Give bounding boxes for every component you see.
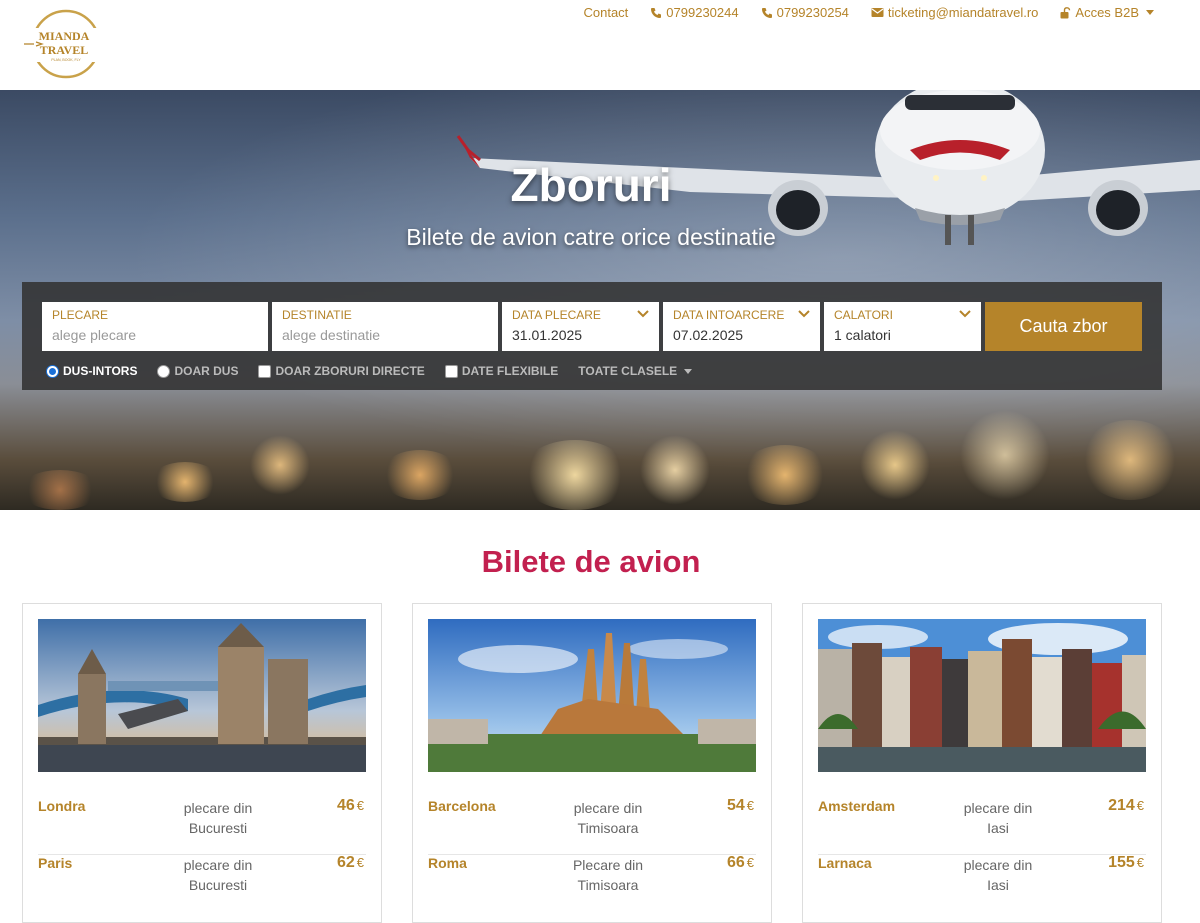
phone-link-1[interactable]: 0799230244: [650, 5, 739, 20]
route-row: Paris plecare din Bucuresti 62 €: [38, 854, 366, 912]
route-city[interactable]: Londra: [38, 798, 85, 814]
chevron-down-icon: [798, 310, 810, 318]
hero-subtitle: Bilete de avion catre orice destinatie: [406, 224, 776, 250]
route-row: Amsterdam plecare din Iasi 214 €: [818, 797, 1146, 855]
route-origin: Plecare din Timisoara: [572, 857, 644, 893]
return-date-value: 07.02.2025: [673, 327, 744, 343]
section-title: Bilete de avion: [481, 544, 701, 579]
destination-card: Amsterdam plecare din Iasi 214 € Larnaca p…: [802, 603, 1162, 923]
envelope-icon: [871, 8, 884, 17]
destination-card: Londra plecare din Bucuresti 46 € Paris pl…: [22, 603, 382, 923]
depart-date-label: DATA PLECARE: [512, 308, 601, 322]
sagrada-familia-image: [428, 619, 756, 772]
contact-link[interactable]: Contact: [583, 5, 628, 20]
departure-field[interactable]: PLECARE: [42, 302, 268, 351]
route-origin: plecare din Bucuresti: [183, 800, 253, 836]
flexible-dates-checkbox[interactable]: DATE FLEXIBILE: [444, 364, 559, 378]
destination-field[interactable]: DESTINATIE: [272, 302, 498, 351]
departure-label: PLECARE: [52, 308, 109, 322]
route-origin: plecare din Iasi: [963, 857, 1033, 893]
logo-text-1: MIANDA: [39, 29, 90, 43]
tower-bridge-image: [38, 619, 366, 772]
travelers-field[interactable]: CALATORI 1 calatori: [824, 302, 981, 351]
route-city[interactable]: Roma: [428, 855, 467, 871]
depart-date-field[interactable]: DATA PLECARE 31.01.2025: [502, 302, 659, 351]
class-select-dropdown[interactable]: TOATE CLASELE: [578, 364, 693, 378]
caret-down-icon: [1146, 10, 1154, 15]
london-photo[interactable]: [38, 619, 366, 772]
radio-icon: [157, 364, 171, 378]
destination-label: DESTINATIE: [282, 308, 352, 322]
route-price: 214 €: [1108, 797, 1144, 814]
route-price: 62 €: [336, 854, 364, 871]
amsterdam-photo[interactable]: [818, 619, 1146, 772]
route-row: Roma Plecare din Timisoara 66 €: [428, 854, 756, 912]
flexible-dates-label: DATE FLEXIBILE: [461, 364, 559, 378]
logo-text-2: TRAVEL: [40, 43, 88, 57]
one-way-label: DOAR DUS: [174, 364, 239, 378]
logo-emblem: MIANDA TRAVEL PLAN, BOOK, FLY: [22, 9, 106, 79]
amsterdam-houses-image: [818, 619, 1146, 772]
round-trip-radio[interactable]: DUS-INTORS: [46, 364, 137, 378]
email-link[interactable]: ticketing@miandatravel.ro: [871, 5, 1038, 20]
site-header: MIANDA TRAVEL PLAN, BOOK, FLY Contact 07…: [0, 0, 1200, 90]
search-flights-button[interactable]: Cauta zbor: [985, 302, 1142, 351]
barcelona-photo[interactable]: [428, 619, 756, 772]
route-row: Londra plecare din Bucuresti 46 €: [38, 797, 366, 855]
b2b-access-dropdown[interactable]: Acces B2B: [1060, 5, 1154, 20]
round-trip-label: DUS-INTORS: [63, 364, 138, 378]
route-origin: plecare din Iasi: [963, 800, 1033, 836]
route-origin: plecare din Bucuresti: [183, 857, 253, 893]
route-row: Larnaca plecare din Iasi 155 €: [818, 854, 1146, 912]
checkbox-icon: [258, 364, 272, 378]
logo-tagline: PLAN, BOOK, FLY: [51, 58, 81, 62]
route-city[interactable]: Paris: [38, 855, 72, 871]
route-row: Barcelona plecare din Timisoara 54 €: [428, 797, 756, 855]
route-city[interactable]: Amsterdam: [818, 798, 895, 814]
phone-icon: [761, 7, 772, 18]
depart-date-value: 31.01.2025: [512, 327, 583, 343]
route-price: 66 €: [726, 854, 754, 871]
travelers-value: 1 calatori: [834, 327, 891, 343]
radio-selected-icon: [46, 364, 59, 378]
site-logo[interactable]: MIANDA TRAVEL PLAN, BOOK, FLY: [20, 8, 108, 80]
phone-icon: [651, 7, 662, 18]
phone-link-2[interactable]: 0799230254: [761, 5, 849, 20]
search-options: DUS-INTORS DOAR DUS DOAR ZBORURI DIRECTE…: [46, 364, 712, 378]
chevron-down-icon: [959, 310, 971, 318]
class-select-label: TOATE CLASELE: [578, 364, 678, 378]
route-price: 54 €: [726, 797, 754, 814]
phone-number-1: 0799230244: [666, 5, 739, 20]
email-address: ticketing@miandatravel.ro: [887, 5, 1039, 20]
destination-input[interactable]: [282, 327, 488, 343]
one-way-radio[interactable]: DOAR DUS: [157, 364, 238, 378]
route-city[interactable]: Larnaca: [818, 855, 872, 871]
travelers-label: CALATORI: [834, 308, 893, 322]
b2b-label: Acces B2B: [1075, 5, 1139, 20]
route-origin: plecare din Timisoara: [573, 800, 643, 836]
chevron-down-icon: [637, 310, 649, 318]
destination-card: Barcelona plecare din Timisoara 54 € Roma …: [412, 603, 772, 923]
route-price: 155 €: [1108, 854, 1144, 871]
phone-number-2: 0799230254: [776, 5, 849, 20]
unlock-icon: [1060, 6, 1071, 18]
departure-input[interactable]: [52, 327, 258, 343]
return-date-label: DATA INTOARCERE: [673, 308, 785, 322]
hero-banner: Zboruri Bilete de avion catre orice dest…: [0, 90, 1200, 510]
top-navigation: Contact 0799230244 0799230254 ticketing@…: [583, 5, 1154, 20]
return-date-field[interactable]: DATA INTOARCERE 07.02.2025: [663, 302, 820, 351]
direct-flights-label: DOAR ZBORURI DIRECTE: [275, 364, 425, 378]
route-city[interactable]: Barcelona: [428, 798, 496, 814]
hero-title: Zboruri: [510, 159, 672, 211]
route-price: 46 €: [336, 797, 364, 814]
flight-search-form: PLECARE DESTINATIE DATA PLECARE 31.01.20…: [22, 282, 1162, 390]
checkbox-icon: [444, 364, 458, 378]
direct-flights-checkbox[interactable]: DOAR ZBORURI DIRECTE: [258, 364, 425, 378]
caret-down-icon: [684, 368, 693, 374]
